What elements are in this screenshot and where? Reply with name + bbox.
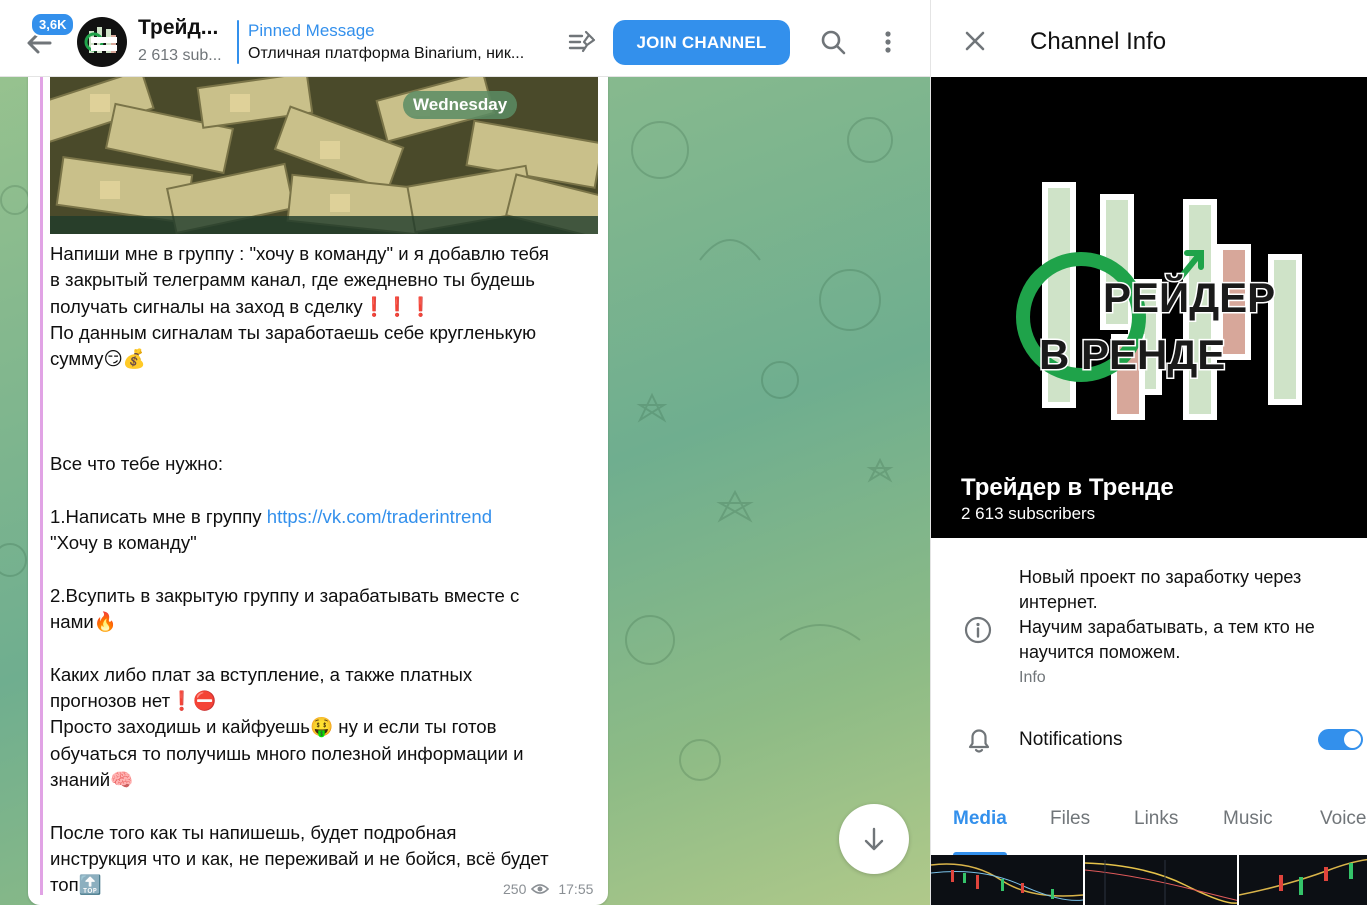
tab-voice[interactable]: Voice bbox=[1320, 808, 1366, 830]
arrow-down-icon bbox=[864, 827, 884, 851]
channel-name: Трейдер в Тренде bbox=[961, 474, 1174, 501]
close-icon[interactable] bbox=[963, 29, 987, 53]
eye-icon bbox=[531, 884, 550, 894]
media-thumbnail[interactable] bbox=[1239, 855, 1367, 905]
more-options-icon[interactable] bbox=[876, 28, 900, 56]
tab-media[interactable]: Media bbox=[953, 808, 1007, 830]
chart-thumbnail-image bbox=[1085, 860, 1237, 905]
pinned-message-text[interactable]: Отличная платформа Binarium, ник... bbox=[248, 45, 524, 63]
message-time: 17:55 bbox=[558, 881, 594, 897]
join-channel-button[interactable]: JOIN CHANNEL bbox=[613, 20, 790, 65]
chat-area: 3,6K Трейд... 2 613 sub... Pinned Messag… bbox=[0, 0, 930, 905]
date-separator: Wednesday bbox=[403, 91, 518, 119]
description-label: Info bbox=[1019, 669, 1046, 686]
tab-files[interactable]: Files bbox=[1050, 808, 1090, 830]
tab-music[interactable]: Music bbox=[1223, 808, 1273, 830]
search-icon[interactable] bbox=[819, 28, 847, 56]
channel-subscriber-count: 2 613 subscribers bbox=[961, 504, 1096, 523]
channel-logo-large: РЕЙДЕР В РЕНДЕ bbox=[931, 77, 1367, 538]
channel-description: Новый проект по заработку через интернет… bbox=[1019, 567, 1315, 662]
media-thumbnail[interactable] bbox=[931, 855, 1083, 905]
chart-thumbnail-image bbox=[1239, 858, 1367, 896]
media-grid bbox=[931, 855, 1367, 905]
view-count: 250 bbox=[503, 881, 527, 897]
message-text: Напиши мне в группу : "хочу в команду" и… bbox=[50, 241, 605, 898]
message-meta: 250 17:55 bbox=[503, 881, 593, 897]
scroll-down-button[interactable] bbox=[839, 804, 909, 874]
channel-subscribers: 2 613 sub... bbox=[138, 47, 222, 64]
message-text-part2: "Хочу в команду" 2.Всупить в закрытую гр… bbox=[50, 532, 549, 896]
unread-badge: 3,6K bbox=[30, 12, 76, 37]
channel-avatar[interactable] bbox=[77, 17, 127, 67]
pinned-message-title[interactable]: Pinned Message bbox=[248, 21, 375, 41]
toggle-knob bbox=[1344, 731, 1361, 748]
message-accent-bar bbox=[40, 60, 43, 895]
bell-icon bbox=[968, 729, 990, 753]
logo-text-line1: РЕЙДЕР bbox=[1103, 273, 1275, 321]
vk-group-link[interactable]: https://vk.com/traderintrend bbox=[267, 506, 492, 527]
chart-thumbnail-image bbox=[931, 863, 1083, 901]
pinned-list-icon[interactable] bbox=[567, 27, 597, 57]
channel-info-panel: Channel Info РЕЙДЕР В РЕНДЕ Трейдер в Тр… bbox=[930, 0, 1367, 905]
shared-media-tabs: Media Files Links Music Voice bbox=[931, 790, 1367, 855]
logo-text-line2: В РЕНДЕ bbox=[1039, 331, 1225, 378]
tab-links[interactable]: Links bbox=[1134, 808, 1178, 830]
media-thumbnail[interactable] bbox=[1085, 855, 1237, 905]
notifications-label: Notifications bbox=[1019, 729, 1123, 750]
info-icon bbox=[964, 616, 992, 644]
panel-title: Channel Info bbox=[1030, 28, 1167, 55]
notifications-toggle[interactable] bbox=[1318, 729, 1363, 750]
channel-title[interactable]: Трейд... bbox=[138, 16, 218, 40]
channel-cover[interactable]: РЕЙДЕР В РЕНДЕ bbox=[931, 77, 1367, 538]
channel-logo-icon bbox=[84, 27, 117, 53]
pinned-indicator bbox=[237, 20, 239, 64]
chat-header: 3,6K Трейд... 2 613 sub... Pinned Messag… bbox=[0, 0, 930, 77]
message-text-part1: Напиши мне в группу : "хочу в команду" и… bbox=[50, 243, 549, 527]
